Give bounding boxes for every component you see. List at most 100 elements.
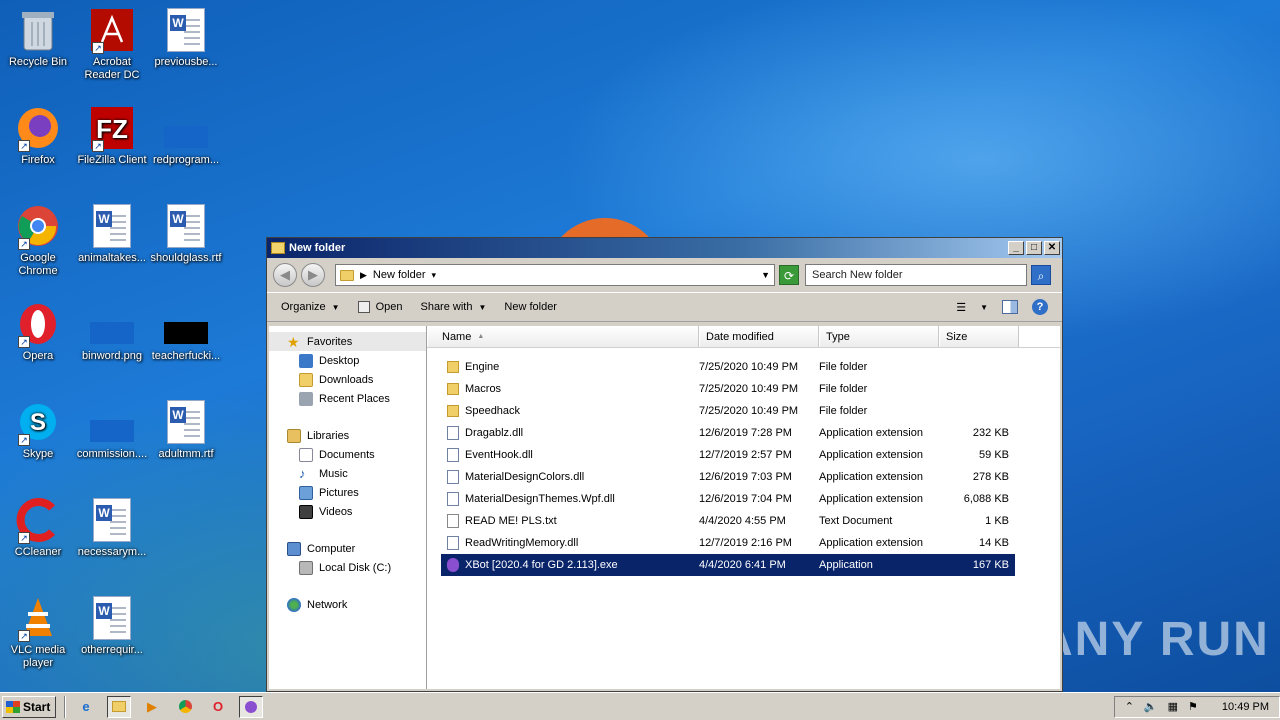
nav-label: Computer — [307, 542, 356, 555]
dll-file-icon — [447, 492, 459, 506]
file-name: Macros — [465, 383, 502, 395]
close-button[interactable]: ✕ — [1044, 241, 1060, 255]
opera-icon[interactable]: O — [206, 696, 230, 718]
shortcut-arrow-icon: ↗ — [18, 238, 30, 250]
desktop-icon-otherrequir[interactable]: W otherrequir... — [74, 596, 150, 657]
file-row[interactable]: Macros 7/25/2020 10:49 PM File folder — [441, 378, 1015, 400]
word-document-icon: W — [164, 8, 208, 52]
file-date: 12/7/2019 2:57 PM — [699, 449, 792, 461]
desktop-icon-acrobat[interactable]: ↗ Acrobat Reader DC — [74, 8, 150, 82]
desktop-icon-skype[interactable]: S ↗ Skype — [0, 400, 76, 461]
file-row[interactable]: READ ME! PLS.txt 4/4/2020 4:55 PM Text Doc… — [441, 510, 1015, 532]
nav-item-desktop[interactable]: Desktop — [269, 351, 426, 370]
volume-icon[interactable]: 🔈 — [1144, 700, 1158, 713]
system-tray: ⌃ 🔈 ▦ ⚑ 10:49 PM — [1113, 695, 1280, 718]
column-header-name[interactable]: Name ▲ — [427, 326, 699, 347]
file-row[interactable]: EventHook.dll 12/7/2019 2:57 PM Applicatio… — [441, 444, 1015, 466]
text-file-icon — [447, 514, 459, 528]
internet-explorer-icon[interactable]: e — [74, 696, 98, 718]
forward-button[interactable]: ▶ — [301, 263, 325, 287]
desktop-icon-commission[interactable]: commission.... — [74, 400, 150, 461]
refresh-button[interactable]: ⟳ — [779, 265, 799, 285]
file-row[interactable]: Speedhack 7/25/2020 10:49 PM File folder — [441, 400, 1015, 422]
desktop-icon-ccleaner[interactable]: ↗ CCleaner — [0, 498, 76, 559]
breadcrumb-item[interactable]: New folder — [373, 269, 426, 281]
file-row[interactable]: Dragablz.dll 12/6/2019 7:28 PM Application… — [441, 422, 1015, 444]
nav-item-documents[interactable]: Documents — [269, 445, 426, 464]
search-icon[interactable]: ⌕ — [1031, 265, 1051, 285]
address-history-dropdown[interactable]: ▼ — [761, 270, 770, 280]
new-folder-button[interactable]: New folder — [504, 301, 557, 313]
desktop-icon-filezilla[interactable]: FZ ↗ FileZilla Client — [74, 106, 150, 167]
desktop-icon-teacherfucki[interactable]: teacherfucki... — [148, 302, 224, 363]
network-status-icon[interactable]: ▦ — [1168, 700, 1178, 713]
nav-item-local-disk[interactable]: Local Disk (C:) — [269, 558, 426, 577]
desktop-icon-opera[interactable]: ↗ Opera — [0, 302, 76, 363]
clock[interactable]: 10:49 PM — [1222, 701, 1269, 713]
file-name-cell: MaterialDesignColors.dll — [441, 470, 699, 484]
organize-label: Organize — [281, 301, 326, 313]
nav-item-downloads[interactable]: Downloads — [269, 370, 426, 389]
image-thumbnail-icon — [90, 302, 134, 346]
nav-item-recent-places[interactable]: Recent Places — [269, 389, 426, 408]
desktop-icon-previousbe[interactable]: W previousbe... — [148, 8, 224, 69]
column-label: Name — [442, 330, 472, 343]
file-row[interactable]: MaterialDesignColors.dll 12/6/2019 7:03 P… — [441, 466, 1015, 488]
desktop-icon-adultmm[interactable]: W adultmm.rtf — [148, 400, 224, 461]
explorer-folder-icon[interactable] — [107, 695, 131, 718]
maximize-button[interactable]: □ — [1026, 241, 1042, 255]
nav-item-network[interactable]: Network — [269, 595, 426, 614]
file-row[interactable]: XBot [2020.4 for GD 2.113].exe 4/4/2020 6… — [441, 554, 1015, 576]
nav-item-videos[interactable]: Videos — [269, 502, 426, 521]
address-bar[interactable]: ▶ New folder ▾ ▼ — [335, 264, 775, 286]
chevron-down-icon[interactable]: ▾ — [432, 270, 437, 281]
file-row[interactable]: Engine 7/25/2020 10:49 PM File folder — [441, 356, 1015, 378]
nav-item-pictures[interactable]: Pictures — [269, 483, 426, 502]
open-label: Open — [375, 301, 403, 313]
nav-item-libraries[interactable]: Libraries — [269, 426, 426, 445]
file-row[interactable]: MaterialDesignThemes.Wpf.dll 12/6/2019 7:… — [441, 488, 1015, 510]
desktop-icon-recycle-bin[interactable]: Recycle Bin — [0, 8, 76, 69]
desktop-icon-google-chrome[interactable]: ↗ Google Chrome — [0, 204, 76, 278]
action-center-flag-icon[interactable]: ⚑ — [1188, 700, 1198, 713]
title-bar[interactable]: New folder _ □ ✕ — [267, 238, 1062, 258]
desktop-icon-shouldglass[interactable]: W shouldglass.rtf — [148, 204, 224, 265]
chrome-icon[interactable] — [173, 696, 197, 718]
media-player-icon[interactable]: ▶ — [140, 696, 164, 718]
xbot-app-icon[interactable] — [239, 695, 263, 718]
desktop-icon-redprogram[interactable]: redprogram... — [148, 106, 224, 167]
minimize-button[interactable]: _ — [1008, 241, 1024, 255]
desktop-icon-firefox[interactable]: ↗ Firefox — [0, 106, 76, 167]
preview-pane-icon[interactable] — [1002, 300, 1018, 314]
file-row[interactable]: ReadWritingMemory.dll 12/7/2019 2:16 PM Ap… — [441, 532, 1015, 554]
open-button[interactable]: Open — [357, 301, 403, 313]
file-type: File folder — [819, 361, 868, 373]
breadcrumb-chevron-icon[interactable]: ▶ — [360, 270, 367, 281]
share-with-button[interactable]: Share with ▼ — [420, 301, 486, 313]
skype-icon: S ↗ — [16, 400, 60, 446]
desktop-icon-binword[interactable]: binword.png — [74, 302, 150, 363]
help-icon[interactable]: ? — [1032, 299, 1048, 315]
start-button[interactable]: Start — [2, 695, 56, 718]
nav-item-computer[interactable]: Computer — [269, 539, 426, 558]
desktop-icon-necessarym[interactable]: W necessarym... — [74, 498, 150, 559]
view-options-icon[interactable]: ☰ — [956, 301, 966, 314]
show-hidden-icons-icon[interactable]: ⌃ — [1125, 700, 1134, 713]
column-header-size[interactable]: Size — [939, 326, 1019, 347]
nav-item-favorites[interactable]: ★ Favorites — [269, 332, 426, 351]
back-button[interactable]: ◀ — [273, 263, 297, 287]
filezilla-icon: FZ ↗ — [90, 106, 134, 152]
organize-button[interactable]: Organize ▼ — [281, 301, 340, 313]
search-input[interactable]: Search New folder — [805, 264, 1027, 286]
desktop-icon-vlc[interactable]: ↗ VLC media player — [0, 596, 76, 670]
column-header-type[interactable]: Type — [819, 326, 939, 347]
column-header-date-modified[interactable]: Date modified — [699, 326, 819, 347]
window-title: New folder — [289, 242, 346, 254]
vlc-icon: ↗ — [16, 596, 60, 642]
desktop-icon-animaltakes[interactable]: W animaltakes... — [74, 204, 150, 265]
chevron-down-icon[interactable]: ▼ — [980, 303, 988, 312]
nav-item-music[interactable]: ♪ Music — [269, 464, 426, 483]
word-document-icon: W — [90, 498, 134, 542]
recycle-bin-icon — [16, 8, 60, 52]
search-placeholder: Search New folder — [812, 269, 903, 281]
